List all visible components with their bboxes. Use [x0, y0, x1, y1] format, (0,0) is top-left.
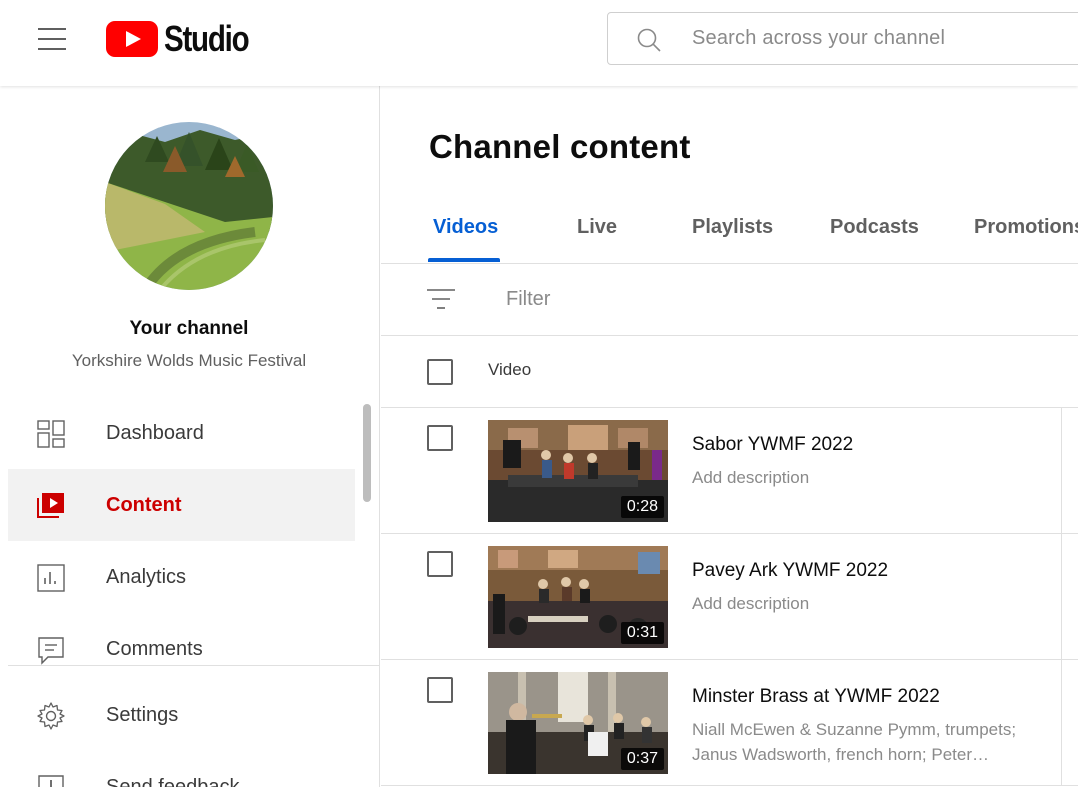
- column-divider: [1061, 408, 1062, 534]
- main-content: Channel content Videos Live Playlists Po…: [381, 86, 1078, 787]
- menu-icon[interactable]: [38, 28, 66, 50]
- video-thumbnail[interactable]: 0:28: [488, 420, 668, 522]
- active-tab-indicator: [428, 258, 500, 262]
- analytics-icon: [37, 564, 65, 592]
- sidebar-item-label: Comments: [106, 637, 203, 660]
- sidebar-item-label: Analytics: [106, 565, 187, 588]
- tab-promotions[interactable]: Promotions: [974, 216, 1078, 239]
- row-checkbox[interactable]: [427, 677, 453, 703]
- content-icon: [37, 493, 64, 518]
- filter-icon[interactable]: [427, 288, 455, 310]
- sidebar-item-label: Content: [106, 493, 182, 516]
- sidebar-item-dashboard[interactable]: Dashboard: [8, 397, 355, 469]
- sidebar-item-comments[interactable]: Comments: [8, 613, 355, 685]
- sidebar-item-label: Dashboard: [106, 421, 204, 444]
- table-row[interactable]: 0:28 Sabor YWMF 2022 Add description: [381, 408, 1078, 534]
- sidebar-item-content[interactable]: Content: [8, 469, 355, 541]
- search-input[interactable]: Search across your channel: [692, 27, 945, 50]
- logo-text: Studio: [164, 18, 250, 59]
- tab-live[interactable]: Live: [577, 216, 617, 239]
- youtube-play-icon: [106, 21, 158, 57]
- dashboard-icon: [37, 420, 65, 448]
- table-header: Video: [381, 336, 1078, 408]
- sidebar: Your channel Yorkshire Wolds Music Festi…: [8, 86, 380, 787]
- video-description[interactable]: Add description: [692, 465, 1062, 490]
- sidebar-item-label: Send feedback: [106, 775, 240, 787]
- video-title[interactable]: Pavey Ark YWMF 2022: [692, 560, 888, 582]
- sidebar-scrollbar[interactable]: [363, 404, 371, 502]
- tab-podcasts[interactable]: Podcasts: [830, 216, 919, 239]
- table-row[interactable]: 0:31 Pavey Ark YWMF 2022 Add description: [381, 534, 1078, 660]
- channel-avatar[interactable]: [105, 122, 273, 290]
- video-title[interactable]: Minster Brass at YWMF 2022: [692, 686, 940, 708]
- video-description: Niall McEwen & Suzanne Pymm, trumpets; J…: [692, 720, 1017, 764]
- sidebar-item-settings[interactable]: Settings: [8, 679, 355, 751]
- studio-logo[interactable]: Studio: [106, 20, 267, 58]
- filter-bar: Filter: [381, 264, 1078, 336]
- video-duration: 0:28: [620, 496, 664, 518]
- video-duration: 0:31: [620, 622, 664, 644]
- tab-playlists[interactable]: Playlists: [692, 216, 773, 239]
- select-all-checkbox[interactable]: [427, 359, 453, 385]
- video-title[interactable]: Sabor YWMF 2022: [692, 434, 853, 456]
- column-header-video: Video: [488, 360, 532, 379]
- sidebar-divider: [8, 665, 380, 666]
- channel-name: Yorkshire Wolds Music Festival: [71, 351, 307, 370]
- settings-icon: [37, 702, 65, 730]
- tab-videos[interactable]: Videos: [433, 216, 498, 239]
- sidebar-item-analytics[interactable]: Analytics: [8, 541, 355, 613]
- row-checkbox[interactable]: [427, 551, 453, 577]
- video-description[interactable]: Add description: [692, 591, 1062, 616]
- comments-icon: [38, 637, 64, 665]
- column-divider: [1061, 534, 1062, 660]
- table-row[interactable]: 0:37 Minster Brass at YWMF 2022 Niall Mc…: [381, 660, 1078, 786]
- video-duration: 0:37: [620, 748, 664, 770]
- video-thumbnail[interactable]: 0:31: [488, 546, 668, 648]
- search-icon: [637, 28, 661, 52]
- content-tabs: Videos Live Playlists Podcasts Promotion…: [381, 196, 1078, 264]
- sidebar-item-label: Settings: [106, 703, 179, 726]
- row-checkbox[interactable]: [427, 425, 453, 451]
- filter-input[interactable]: Filter: [506, 288, 550, 311]
- page-title: Channel content: [429, 128, 691, 165]
- search-box[interactable]: Search across your channel: [607, 12, 1078, 65]
- top-header: Studio Search across your channel: [0, 0, 1078, 86]
- feedback-icon: [38, 775, 64, 787]
- your-channel-label: Your channel: [129, 318, 249, 339]
- video-thumbnail[interactable]: 0:37: [488, 672, 668, 774]
- column-divider: [1061, 660, 1062, 786]
- sidebar-item-send-feedback[interactable]: Send feedback: [8, 751, 355, 787]
